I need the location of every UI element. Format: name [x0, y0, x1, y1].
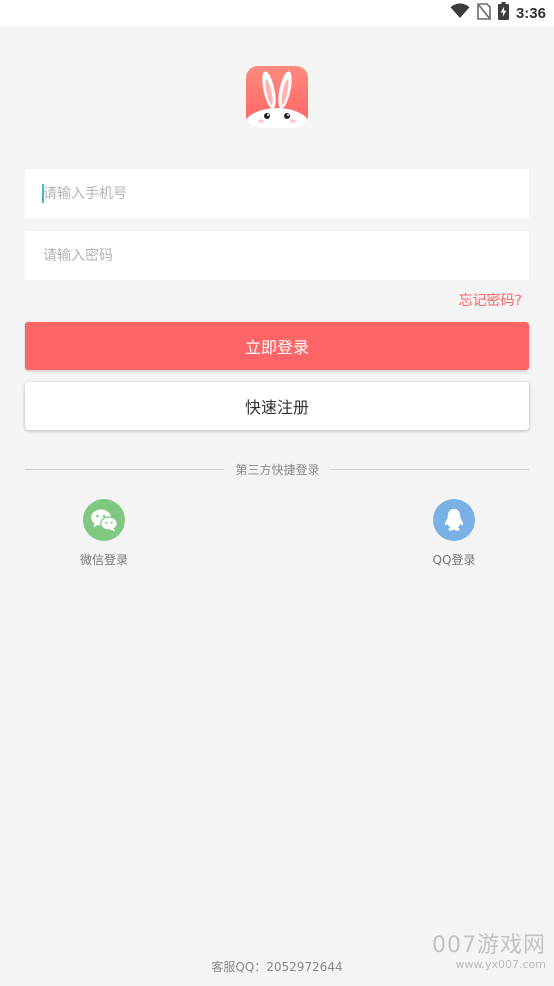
third-party-login-title: 第三方快捷登录	[235, 463, 320, 477]
watermark: 007游戏网 www.yx007.com	[416, 934, 546, 972]
wechat-login-label: 微信登录	[79, 553, 128, 567]
rabbit-icon	[246, 71, 308, 128]
forgot-password-link[interactable]: 忘记密码?	[459, 290, 522, 310]
qq-penguin-icon[interactable]	[433, 499, 475, 541]
qq-login[interactable]: QQ登录	[404, 499, 504, 568]
password-input-box[interactable]	[25, 231, 529, 280]
register-button[interactable]: 快速注册	[25, 382, 529, 430]
watermark-url: www.yx007.com	[455, 958, 546, 971]
divider-left	[25, 469, 224, 470]
watermark-brand: 007游戏网	[432, 933, 546, 958]
no-sim-icon	[476, 2, 492, 24]
status-bar: 3:36	[0, 0, 554, 26]
text-cursor	[42, 184, 44, 203]
battery-charging-icon	[497, 2, 509, 24]
divider-right	[331, 469, 529, 470]
login-button[interactable]: 立即登录	[25, 322, 529, 370]
qq-login-label: QQ登录	[432, 553, 476, 567]
phone-input[interactable]	[25, 169, 529, 218]
password-input[interactable]	[25, 231, 529, 280]
status-icons: 3:36	[450, 2, 546, 24]
app-logo	[246, 66, 308, 128]
phone-input-box[interactable]	[25, 169, 529, 218]
wechat-icon[interactable]	[83, 499, 125, 541]
wechat-login[interactable]: 微信登录	[54, 499, 154, 568]
wifi-icon	[450, 3, 470, 23]
status-time: 3:36	[515, 4, 546, 22]
